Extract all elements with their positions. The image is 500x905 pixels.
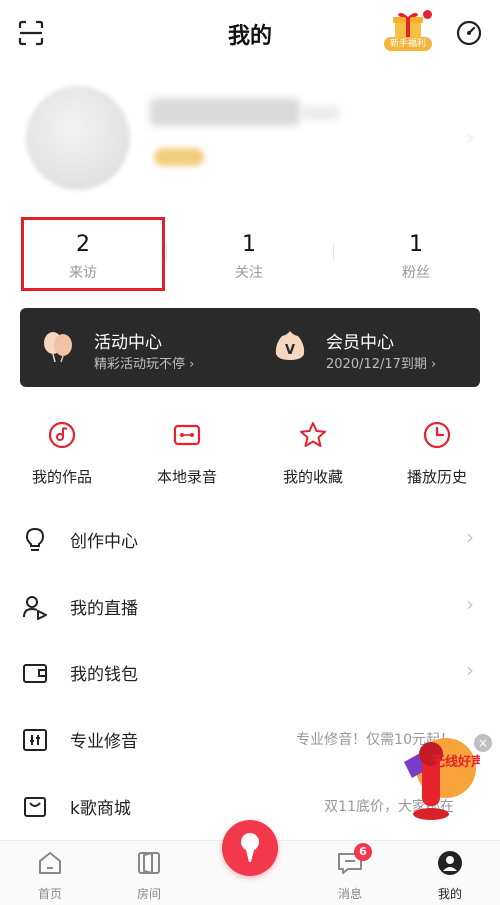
tab-messages[interactable]: 6 消息 — [320, 843, 380, 902]
menu-my-wallet[interactable]: 我的钱包 › — [0, 640, 500, 706]
tab-label: 首页 — [37, 887, 62, 901]
promo-text: 无线好声 — [431, 754, 480, 770]
unread-badge: 6 — [354, 843, 372, 861]
sing-button[interactable] — [222, 820, 278, 876]
wallet-icon — [23, 664, 47, 683]
shopping-bag-icon — [24, 797, 46, 817]
menu-label: k歌商城 — [70, 799, 131, 819]
tab-label: 我的 — [437, 887, 462, 901]
quick-label: 我的作品 — [31, 468, 92, 486]
activity-title: 活动中心 — [94, 333, 162, 353]
stat-value: 1 — [242, 232, 256, 257]
user-name-blurred[interactable] — [150, 98, 300, 126]
room-door-icon — [138, 852, 160, 874]
svg-text:V: V — [285, 343, 295, 358]
profile-arrow-icon[interactable]: › — [466, 126, 484, 151]
floating-promo[interactable]: 无线好声 — [400, 728, 484, 828]
mixer-icon — [23, 729, 47, 751]
close-icon[interactable]: × — [474, 734, 492, 752]
menu-my-live[interactable]: 我的直播 › — [0, 574, 500, 640]
stat-label: 关注 — [235, 265, 263, 281]
menu-creation-center[interactable]: 创作中心 › — [0, 507, 500, 573]
promo-banner: 活动中心 精彩活动玩不停 › V 会员中心 2020/12/17到期 › — [20, 308, 480, 387]
top-bar: 我的 新手福利 — [0, 0, 500, 66]
stat-fans[interactable]: 1 粉丝 — [351, 232, 481, 282]
vip-center[interactable]: V 会员中心 2020/12/17到期 › — [250, 308, 480, 387]
chevron-right-icon: › — [466, 525, 474, 549]
gift-label: 新手福利 — [384, 37, 432, 51]
microphone-icon — [241, 833, 259, 862]
chevron-right-icon: › — [466, 592, 474, 616]
menu-label: 我的钱包 — [70, 665, 138, 685]
home-icon — [39, 852, 61, 874]
quick-favorites[interactable]: 我的收藏 — [258, 420, 368, 487]
divider — [166, 243, 167, 261]
tab-room[interactable]: 房间 — [119, 849, 179, 902]
scan-icon[interactable] — [18, 20, 44, 46]
tab-label: 消息 — [337, 887, 362, 901]
activity-center[interactable]: 活动中心 精彩活动玩不停 › — [20, 308, 250, 387]
stat-following[interactable]: 1 关注 — [184, 232, 314, 282]
stat-value: 1 — [409, 232, 423, 257]
cassette-icon — [173, 424, 201, 446]
notification-dot — [423, 10, 432, 19]
vip-title: 会员中心 — [326, 333, 394, 353]
user-id-blurred — [300, 106, 340, 120]
highlight-box — [21, 217, 165, 291]
tab-home[interactable]: 首页 — [20, 849, 80, 902]
quick-label: 本地录音 — [156, 468, 217, 486]
menu-label: 专业修音 — [70, 732, 138, 752]
stat-label: 粉丝 — [402, 265, 430, 281]
menu-label: 创作中心 — [70, 532, 138, 552]
quick-label: 我的收藏 — [282, 468, 343, 486]
tab-me[interactable]: 我的 — [420, 849, 480, 902]
quick-my-works[interactable]: 我的作品 — [7, 420, 117, 487]
clock-icon — [423, 421, 451, 449]
avatar[interactable] — [26, 86, 130, 190]
vip-bag-icon: V — [275, 331, 305, 360]
gauge-icon[interactable] — [456, 20, 482, 46]
quick-label: 播放历史 — [406, 468, 467, 486]
lightbulb-icon — [25, 527, 45, 551]
microphone-promo-icon: 无线好声 — [404, 738, 484, 820]
quick-history[interactable]: 播放历史 — [382, 420, 492, 487]
profile-icon — [438, 851, 462, 875]
newbie-gift-button[interactable]: 新手福利 — [382, 10, 434, 52]
music-disc-icon — [48, 421, 76, 449]
menu-label: 我的直播 — [70, 599, 138, 619]
balloon-icon — [44, 332, 72, 363]
activity-subtitle: 精彩活动玩不停 › — [94, 357, 195, 372]
level-badge — [154, 148, 204, 166]
quick-local-recording[interactable]: 本地录音 — [132, 420, 242, 487]
divider — [333, 243, 334, 261]
live-user-icon — [23, 596, 47, 620]
chevron-right-icon: › — [466, 658, 474, 682]
star-icon — [300, 422, 326, 447]
tab-label: 房间 — [136, 887, 161, 901]
vip-subtitle: 2020/12/17到期 › — [326, 357, 437, 372]
